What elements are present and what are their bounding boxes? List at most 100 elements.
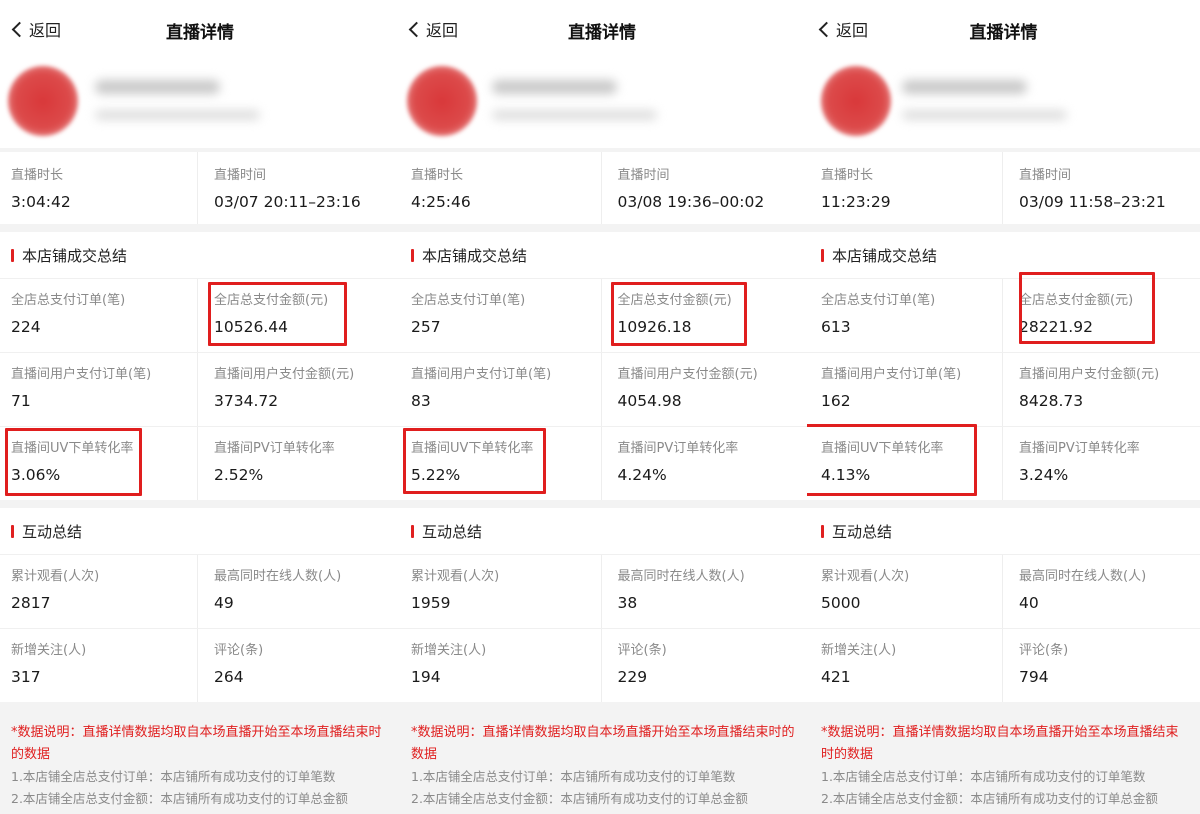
total-amount-value: 10526.44 [214, 318, 288, 336]
sales-grid: 全店总支付订单(笔) 613 全店总支付金额(元) 28221.92 直播间用户… [807, 278, 1200, 500]
sales-row: 直播间用户支付订单(笔) 71 直播间用户支付金额(元) 3734.72 [0, 352, 400, 426]
views-cell: 累计观看(人次) 2817 [0, 555, 197, 628]
live-amount-value: 4054.98 [617, 392, 682, 410]
total-amount-cell: 全店总支付金额(元) 10926.18 [600, 279, 807, 352]
peak-online-value: 38 [617, 594, 638, 612]
section-interact-label: 互动总结 [22, 522, 83, 541]
section-interact-label: 互动总结 [832, 522, 893, 541]
interact-row: 累计观看(人次) 1959 最高同时在线人数(人) 38 [397, 554, 807, 628]
comments-cell: 评论(条) 229 [600, 629, 807, 702]
duration-value: 4:25:46 [411, 193, 471, 211]
blurred-shop-name [492, 80, 617, 94]
data-note-item: 1.本店铺全店总支付订单：本店铺所有成功支付的订单笔数 [411, 769, 736, 784]
section-marker [821, 524, 824, 538]
views-value: 1959 [411, 594, 451, 612]
section-interact-label: 互动总结 [422, 522, 483, 541]
total-orders-value: 224 [11, 318, 41, 336]
peak-online-label: 最高同时在线人数(人) [617, 569, 745, 584]
blurred-shop-name [95, 80, 220, 94]
total-orders-label: 全店总支付订单(笔) [11, 293, 126, 308]
duration-cell: 直播时长 4:25:46 [397, 152, 601, 224]
section-sales-title: 本店铺成交总结 [397, 232, 807, 278]
new-follows-cell: 新增关注(人) 194 [397, 629, 601, 702]
nav-bar: 返回 直播详情 [0, 0, 400, 58]
pv-rate-value: 3.24% [1019, 466, 1069, 484]
live-orders-cell: 直播间用户支付订单(笔) 83 [397, 353, 601, 426]
new-follows-label: 新增关注(人) [11, 643, 87, 658]
live-amount-cell: 直播间用户支付金额(元) 4054.98 [600, 353, 807, 426]
section-marker [11, 248, 14, 262]
live-info-row: 直播时长 4:25:46 直播时间 03/08 19:36–00:02 [397, 152, 807, 224]
section-interact-title: 互动总结 [0, 508, 400, 554]
data-note-item: 1.本店铺全店总支付订单：本店铺所有成功支付的订单笔数 [821, 769, 1146, 784]
comments-label: 评论(条) [617, 643, 667, 658]
duration-label: 直播时长 [411, 168, 464, 183]
page-title: 直播详情 [969, 23, 1038, 43]
data-note-item: 1.本店铺全店总支付订单：本店铺所有成功支付的订单笔数 [11, 769, 336, 784]
sales-row: 全店总支付订单(笔) 613 全店总支付金额(元) 28221.92 [807, 278, 1200, 352]
live-info-row: 直播时长 11:23:29 直播时间 03/09 11:58–23:21 [807, 152, 1200, 224]
total-amount-label: 全店总支付金额(元) [617, 293, 732, 308]
pv-rate-value: 2.52% [214, 466, 264, 484]
peak-online-cell: 最高同时在线人数(人) 49 [197, 555, 400, 628]
duration-value: 3:04:42 [11, 193, 71, 211]
time-value: 03/07 20:11–23:16 [214, 193, 361, 211]
views-value: 5000 [821, 594, 861, 612]
data-notes: *数据说明：直播详情数据均取自本场直播开始至本场直播结束时的数据 1.本店铺全店… [397, 702, 807, 810]
time-cell: 直播时间 03/09 11:58–23:21 [1002, 152, 1200, 224]
live-orders-label: 直播间用户支付订单(笔) [411, 367, 552, 382]
page-title: 直播详情 [166, 23, 234, 43]
live-orders-label: 直播间用户支付订单(笔) [11, 367, 152, 382]
live-orders-cell: 直播间用户支付订单(笔) 71 [0, 353, 197, 426]
pv-rate-cell: 直播间PV订单转化率 2.52% [197, 427, 400, 500]
section-marker [411, 248, 414, 262]
new-follows-label: 新增关注(人) [821, 643, 897, 658]
time-value: 03/08 19:36–00:02 [617, 193, 765, 211]
live-amount-cell: 直播间用户支付金额(元) 8428.73 [1002, 353, 1200, 426]
uv-rate-cell: 直播间UV下单转化率 4.13% [807, 427, 1002, 500]
live-detail-panel-2: 返回 直播详情 直播时长 4:25:46 直播时间 03/08 19:36–00… [397, 0, 807, 814]
sales-grid: 全店总支付订单(笔) 224 全店总支付金额(元) 10526.44 直播间用户… [0, 278, 400, 500]
time-cell: 直播时间 03/08 19:36–00:02 [600, 152, 807, 224]
pv-rate-label: 直播间PV订单转化率 [617, 441, 739, 456]
uv-rate-value: 3.06% [11, 466, 61, 484]
data-note-item: 2.本店铺全店总支付金额：本店铺所有成功支付的订单总金额 [411, 791, 748, 806]
duration-label: 直播时长 [821, 168, 874, 183]
data-note-warning: *数据说明：直播详情数据均取自本场直播开始至本场直播结束时的数据 [411, 725, 795, 762]
total-orders-cell: 全店总支付订单(笔) 224 [0, 279, 197, 352]
sales-row: 全店总支付订单(笔) 224 全店总支付金额(元) 10526.44 [0, 278, 400, 352]
sales-row: 直播间用户支付订单(笔) 83 直播间用户支付金额(元) 4054.98 [397, 352, 807, 426]
live-amount-cell: 直播间用户支付金额(元) 3734.72 [197, 353, 400, 426]
section-marker [821, 248, 824, 262]
interact-row: 新增关注(人) 421 评论(条) 794 [807, 628, 1200, 702]
page-title: 直播详情 [568, 23, 636, 43]
screenshot-collage: 返回 直播详情 直播时长 3:04:42 直播时间 03/07 20:11–23… [0, 0, 1200, 814]
peak-online-label: 最高同时在线人数(人) [1019, 569, 1147, 584]
section-sales-title: 本店铺成交总结 [0, 232, 400, 278]
views-label: 累计观看(人次) [821, 569, 910, 584]
blurred-shop-name [902, 80, 1027, 94]
interact-row: 累计观看(人次) 2817 最高同时在线人数(人) 49 [0, 554, 400, 628]
sales-row: 直播间UV下单转化率 4.13% 直播间PV订单转化率 3.24% [807, 426, 1200, 500]
section-interact-title: 互动总结 [397, 508, 807, 554]
pv-rate-label: 直播间PV订单转化率 [214, 441, 335, 456]
interact-row: 新增关注(人) 194 评论(条) 229 [397, 628, 807, 702]
interact-grid: 累计观看(人次) 2817 最高同时在线人数(人) 49 新增关注(人) 317… [0, 554, 400, 702]
comments-label: 评论(条) [1019, 643, 1069, 658]
time-label: 直播时间 [214, 168, 267, 183]
time-label: 直播时间 [1019, 168, 1072, 183]
views-label: 累计观看(人次) [411, 569, 500, 584]
live-orders-label: 直播间用户支付订单(笔) [821, 367, 962, 382]
section-sales-label: 本店铺成交总结 [422, 246, 528, 265]
live-orders-cell: 直播间用户支付订单(笔) 162 [807, 353, 1002, 426]
sales-grid: 全店总支付订单(笔) 257 全店总支付金额(元) 10926.18 直播间用户… [397, 278, 807, 500]
avatar [821, 66, 891, 136]
blurred-shop-subtitle [492, 110, 657, 120]
comments-cell: 评论(条) 794 [1002, 629, 1200, 702]
uv-rate-cell: 直播间UV下单转化率 3.06% [0, 427, 197, 500]
views-cell: 累计观看(人次) 1959 [397, 555, 601, 628]
total-orders-value: 613 [821, 318, 851, 336]
shop-profile [397, 58, 807, 148]
live-orders-value: 83 [411, 392, 431, 410]
live-amount-value: 3734.72 [214, 392, 279, 410]
